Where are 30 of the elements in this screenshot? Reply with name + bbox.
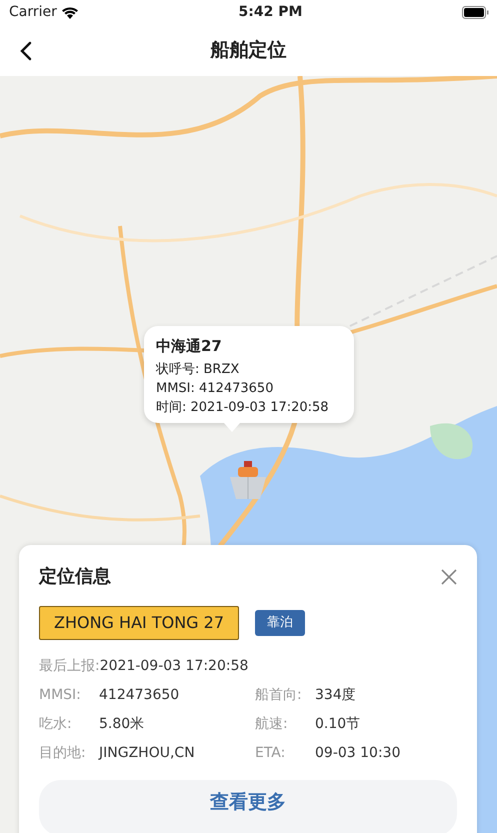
- popup-detail: MMSI: 412473650: [156, 380, 274, 398]
- field-label: 船首向:: [255, 686, 303, 705]
- field-value: 0.10节: [315, 715, 362, 734]
- ship-name-plate: ZHONG HAI TONG 27: [39, 606, 239, 640]
- page-title: 船舶定位: [210, 38, 286, 63]
- field-label: 最后上报:: [39, 657, 100, 676]
- panel-title: 定位信息: [39, 565, 111, 589]
- field-value: JINGZHOU,CN: [99, 744, 196, 763]
- field-label: 目的地:: [39, 744, 87, 763]
- wifi-icon: [60, 6, 79, 18]
- field-value: 412473650: [99, 686, 180, 705]
- ship-name: 中海通27: [156, 336, 223, 357]
- field-label: 吃水:: [39, 715, 73, 734]
- back-icon[interactable]: [20, 40, 32, 61]
- view-more-button[interactable]: 查看更多: [39, 780, 457, 833]
- status-tag: 靠泊: [255, 610, 305, 636]
- close-icon[interactable]: [441, 568, 457, 584]
- clock-time: 5:42 PM: [238, 2, 302, 22]
- battery-icon: [462, 6, 489, 18]
- field-value: 5.80米: [99, 715, 146, 734]
- ship-icon[interactable]: [228, 459, 268, 501]
- field-value: 2021-09-03 17:20:58: [100, 657, 248, 676]
- field-label: ETA:: [255, 744, 286, 763]
- carrier-label: Carrier: [9, 2, 57, 22]
- field-value: 09-03 10:30: [315, 744, 402, 763]
- field-value: 334度: [315, 686, 357, 705]
- field-label: MMSI:: [39, 686, 82, 705]
- field-label: 航速:: [255, 715, 289, 734]
- popup-detail: 状呼号: BRZX: [156, 360, 240, 378]
- popup-detail: 时间: 2021-09-03 17:20:58: [156, 398, 330, 416]
